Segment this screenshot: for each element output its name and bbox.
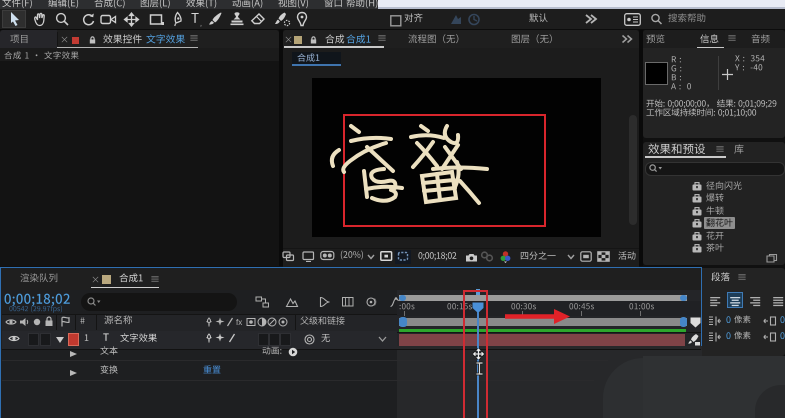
svg-text:fx: fx (236, 318, 242, 327)
